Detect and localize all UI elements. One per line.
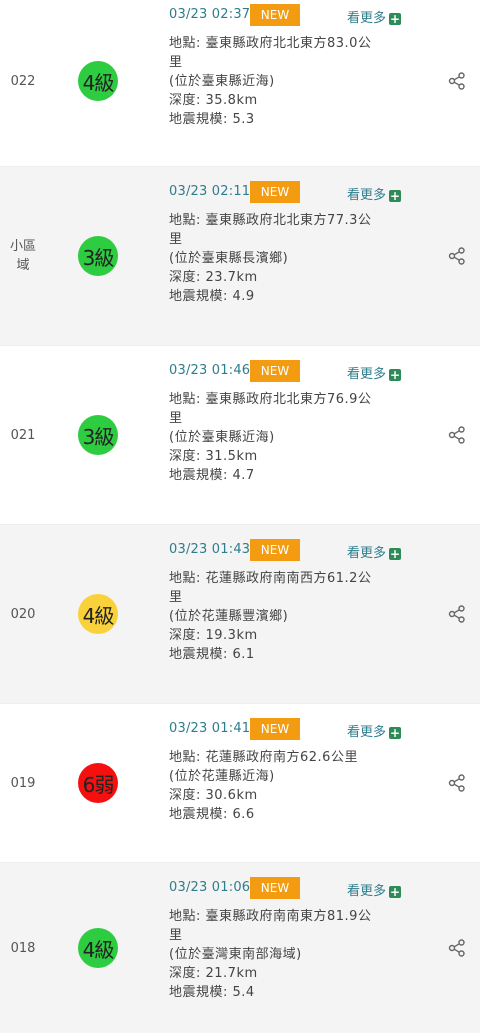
quake-detail: 地點: 臺東縣政府北北東方77.3公 里 (位於臺東縣長濱鄉) 深度: 23.7… (169, 211, 409, 306)
magnitude: 地震規模: 4.7 (169, 468, 255, 483)
see-more-label: 看更多 (347, 367, 387, 382)
earthquake-list: 022 4級 03/23 02:37 NEW 看更多 + 地點: 臺東縣政府北北東… (0, 0, 480, 1033)
location-line: 地點: 臺東縣政府北北東方83.0公 (169, 36, 372, 51)
see-more-link[interactable]: 看更多 + (347, 721, 402, 740)
quake-time: 03/23 01:46 (169, 363, 251, 378)
see-more-label: 看更多 (347, 884, 387, 899)
depth: 深度: 19.3km (169, 628, 258, 643)
intensity-badge: 4級 (78, 928, 118, 968)
see-more-label: 看更多 (347, 188, 387, 203)
earthquake-row[interactable]: 021 3級 03/23 01:46 NEW 看更多 + 地點: 臺東縣政府北北東… (0, 346, 480, 525)
report-number: 020 (10, 606, 36, 622)
location-line: 地點: 臺東縣政府北北東方76.9公 (169, 392, 372, 407)
depth: 深度: 30.6km (169, 788, 258, 803)
see-more-link[interactable]: 看更多 + (347, 542, 402, 561)
intensity-badge: 3級 (78, 236, 118, 276)
report-number: 022 (10, 73, 36, 89)
report-number: 021 (10, 427, 36, 443)
location-line: 地點: 臺東縣政府南南東方81.9公 (169, 909, 372, 924)
earthquake-row[interactable]: 020 4級 03/23 01:43 NEW 看更多 + 地點: 花蓮縣政府南南西… (0, 525, 480, 704)
see-more-link[interactable]: 看更多 + (347, 363, 402, 382)
magnitude: 地震規模: 5.3 (169, 112, 255, 127)
intensity-badge: 4級 (78, 61, 118, 101)
share-icon[interactable] (448, 939, 466, 957)
quake-detail: 地點: 臺東縣政府南南東方81.9公 里 (位於臺灣東南部海域) 深度: 21.… (169, 907, 409, 1002)
report-number: 小區域 (10, 239, 37, 273)
plus-icon: + (389, 189, 402, 203)
quake-time: 03/23 01:43 (169, 542, 251, 557)
see-more-label: 看更多 (347, 725, 387, 740)
share-icon[interactable] (448, 605, 466, 623)
location-line-cont: 里 (169, 55, 183, 70)
depth: 深度: 23.7km (169, 270, 258, 285)
quake-content: 03/23 01:46 NEW 看更多 + 地點: 臺東縣政府北北東方76.9公 … (169, 346, 409, 485)
share-icon[interactable] (448, 247, 466, 265)
quake-detail: 地點: 臺東縣政府北北東方83.0公 里 (位於臺東縣近海) 深度: 35.8k… (169, 34, 409, 129)
share-icon[interactable] (448, 426, 466, 444)
plus-icon: + (389, 12, 402, 26)
magnitude: 地震規模: 6.6 (169, 807, 255, 822)
location-line-cont: 里 (169, 232, 183, 247)
plus-icon: + (389, 547, 402, 561)
new-badge: NEW (250, 877, 300, 899)
see-more-label: 看更多 (347, 546, 387, 561)
location-region: (位於花蓮縣近海) (169, 769, 275, 784)
depth: 深度: 35.8km (169, 93, 258, 108)
new-badge: NEW (250, 360, 300, 382)
earthquake-row[interactable]: 019 6弱 03/23 01:41 NEW 看更多 + 地點: 花蓮縣政府南方6… (0, 704, 480, 863)
location-line: 地點: 臺東縣政府北北東方77.3公 (169, 213, 372, 228)
report-number: 019 (10, 775, 36, 791)
depth: 深度: 31.5km (169, 449, 258, 464)
see-more-link[interactable]: 看更多 + (347, 184, 402, 203)
magnitude: 地震規模: 6.1 (169, 647, 255, 662)
new-badge: NEW (250, 181, 300, 203)
quake-time: 03/23 01:06 (169, 880, 251, 895)
quake-detail: 地點: 花蓮縣政府南南西方61.2公 里 (位於花蓮縣豐濱鄉) 深度: 19.3… (169, 569, 409, 664)
plus-icon: + (389, 368, 402, 382)
location-region: (位於花蓮縣豐濱鄉) (169, 609, 289, 624)
see-more-link[interactable]: 看更多 + (347, 7, 402, 26)
magnitude: 地震規模: 5.4 (169, 985, 255, 1000)
quake-time: 03/23 01:41 (169, 721, 251, 736)
location-line-cont: 里 (169, 411, 183, 426)
location-region: (位於臺灣東南部海域) (169, 947, 302, 962)
location-line-cont: 里 (169, 928, 183, 943)
intensity-badge: 4級 (78, 594, 118, 634)
new-badge: NEW (250, 718, 300, 740)
earthquake-row[interactable]: 022 4級 03/23 02:37 NEW 看更多 + 地點: 臺東縣政府北北東… (0, 0, 480, 167)
report-number: 018 (10, 940, 36, 956)
quake-detail: 地點: 臺東縣政府北北東方76.9公 里 (位於臺東縣近海) 深度: 31.5k… (169, 390, 409, 485)
see-more-link[interactable]: 看更多 + (347, 880, 402, 899)
new-badge: NEW (250, 4, 300, 26)
location-region: (位於臺東縣近海) (169, 430, 275, 445)
share-icon[interactable] (448, 72, 466, 90)
quake-content: 03/23 01:06 NEW 看更多 + 地點: 臺東縣政府南南東方81.9公 … (169, 863, 409, 1002)
intensity-badge: 3級 (78, 415, 118, 455)
earthquake-row[interactable]: 018 4級 03/23 01:06 NEW 看更多 + 地點: 臺東縣政府南南東… (0, 863, 480, 1033)
location-region: (位於臺東縣長濱鄉) (169, 251, 289, 266)
earthquake-row[interactable]: 小區域 3級 03/23 02:11 NEW 看更多 + 地點: 臺東縣政府北北東… (0, 167, 480, 346)
quake-content: 03/23 02:11 NEW 看更多 + 地點: 臺東縣政府北北東方77.3公 … (169, 167, 409, 306)
plus-icon: + (389, 885, 402, 899)
location-line-cont: 里 (169, 590, 183, 605)
location-region: (位於臺東縣近海) (169, 74, 275, 89)
magnitude: 地震規模: 4.9 (169, 289, 255, 304)
share-icon[interactable] (448, 774, 466, 792)
depth: 深度: 21.7km (169, 966, 258, 981)
see-more-label: 看更多 (347, 11, 387, 26)
quake-content: 03/23 01:41 NEW 看更多 + 地點: 花蓮縣政府南方62.6公里 (… (169, 704, 409, 824)
plus-icon: + (389, 726, 402, 740)
quake-time: 03/23 02:37 (169, 7, 251, 22)
quake-detail: 地點: 花蓮縣政府南方62.6公里 (位於花蓮縣近海) 深度: 30.6km 地… (169, 748, 409, 824)
location-line: 地點: 花蓮縣政府南南西方61.2公 (169, 571, 372, 586)
quake-time: 03/23 02:11 (169, 184, 251, 199)
intensity-badge: 6弱 (78, 763, 118, 803)
location-line: 地點: 花蓮縣政府南方62.6公里 (169, 750, 358, 765)
quake-content: 03/23 02:37 NEW 看更多 + 地點: 臺東縣政府北北東方83.0公 … (169, 0, 409, 129)
new-badge: NEW (250, 539, 300, 561)
quake-content: 03/23 01:43 NEW 看更多 + 地點: 花蓮縣政府南南西方61.2公 … (169, 525, 409, 664)
